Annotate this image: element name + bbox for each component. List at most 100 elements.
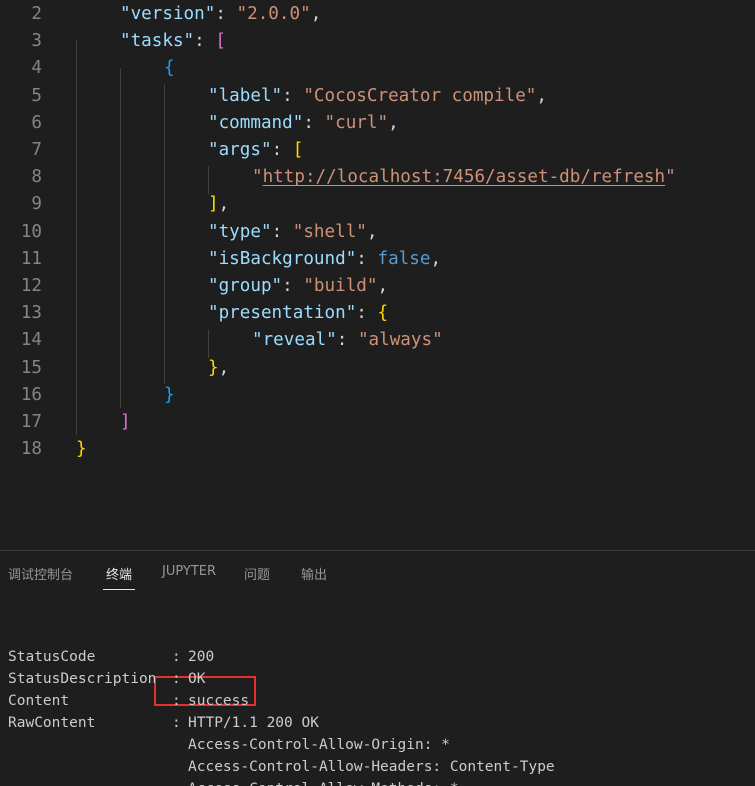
code-token: "type" [208, 221, 272, 242]
code-content: "version": "2.0.0", [120, 1, 321, 28]
code-line: 15}, [0, 355, 755, 382]
code-token: "tasks" [120, 31, 195, 52]
code-token: , [430, 248, 442, 269]
code-line: 6 "command": "curl", [0, 110, 755, 137]
code-token: "reveal" [252, 330, 337, 351]
line-number: 10 [20, 221, 42, 242]
code-token: "shell" [292, 221, 367, 242]
code-line: 3 "tasks": [ [0, 28, 755, 55]
code-token: : [356, 303, 378, 324]
code-token: : [303, 112, 325, 133]
code-token: "CocosCreator compile" [303, 85, 537, 106]
code-content: "isBackground": false, [208, 246, 441, 273]
code-line: 7 "args": [ [0, 137, 755, 164]
line-number: 5 [31, 85, 42, 106]
code-token: [ [292, 140, 304, 160]
code-content: }, [208, 355, 229, 382]
code-content: "reveal": "always" [252, 327, 443, 354]
terminal-field-value: success [188, 693, 250, 709]
code-content: "group": "build", [208, 273, 388, 300]
code-token: "version" [120, 4, 216, 24]
terminal-separator: : [172, 671, 181, 687]
line-number: 2 [31, 4, 42, 24]
code-token: "presentation" [208, 303, 357, 324]
url-link[interactable]: http://localhost:7456/asset-db/refresh [263, 167, 666, 187]
terminal-field-value: Access-Control-Allow-Methods: * [188, 778, 459, 786]
code-editor[interactable]: 2 "version": "2.0.0", 3 "tasks": [ 4 {5 "label… [0, 0, 755, 550]
code-line: 16} [0, 382, 755, 409]
code-line: 12 "group": "build", [0, 273, 755, 300]
code-token: "curl" [324, 112, 389, 133]
code-token: : [282, 85, 304, 106]
code-content: ] [120, 409, 131, 436]
code-token: } [164, 384, 175, 405]
code-token: : [271, 221, 293, 242]
code-token: "always" [357, 330, 443, 351]
code-content: "args": [ [208, 137, 303, 164]
code-content: "label": "CocosCreator compile", [208, 83, 547, 110]
code-content: } [76, 436, 87, 463]
code-line: 10 "type": "shell", [0, 219, 755, 246]
line-number: 16 [20, 384, 42, 405]
code-content: "tasks": [ [120, 28, 226, 55]
line-number: 18 [20, 439, 42, 460]
code-token: : [336, 330, 358, 351]
code-content: "http://localhost:7456/asset-db/refresh" [252, 164, 676, 191]
code-token: "build" [303, 276, 378, 296]
code-token: : [356, 248, 378, 269]
code-token: "group" [208, 276, 283, 296]
tab-debug-console[interactable]: 调试控制台 [8, 564, 73, 583]
code-token: , [388, 112, 399, 133]
code-token: "args" [208, 140, 272, 160]
tab-terminal[interactable]: 终端 [106, 564, 132, 583]
tab-problems[interactable]: 问题 [244, 564, 270, 583]
bottom-panel: 调试控制台 终端 JUPYTER 问题 输出 StatusCode:200 Sta… [0, 550, 755, 786]
code-token: " [252, 167, 263, 188]
line-number: 11 [20, 248, 42, 269]
terminal-separator: : [172, 649, 181, 665]
terminal-field-value: HTTP/1.1 200 OK [188, 715, 319, 731]
tab-output[interactable]: 输出 [301, 564, 327, 583]
line-number: 17 [20, 412, 42, 432]
panel-tabs: 调试控制台 终端 JUPYTER 问题 输出 [0, 551, 755, 591]
terminal-field-value: Access-Control-Allow-Origin: * [188, 737, 450, 753]
code-token: false [377, 248, 431, 269]
code-token: "isBackground" [208, 248, 357, 269]
line-number: 8 [31, 167, 42, 188]
terminal-field-name: Content [8, 693, 70, 709]
code-token: , [536, 85, 547, 106]
terminal-field-name: StatusDescription [8, 671, 157, 687]
code-line: 13 "presentation": { [0, 300, 755, 327]
code-token: : [194, 31, 216, 52]
code-content: "type": "shell", [208, 219, 378, 246]
code-token: { [164, 58, 175, 79]
code-token: "label" [208, 85, 283, 106]
code-content: ], [208, 191, 229, 218]
line-number: 14 [20, 330, 42, 351]
terminal-separator: : [172, 693, 181, 709]
code-token: "command" [208, 112, 304, 133]
terminal-output[interactable]: StatusCode:200 StatusDescription: OK Conten… [0, 591, 755, 786]
code-token: [ [215, 31, 226, 52]
line-number: 12 [20, 276, 42, 296]
line-number: 13 [20, 303, 42, 324]
code-token: , [218, 194, 230, 215]
code-token: : [215, 4, 237, 24]
code-token: ] [208, 194, 219, 215]
code-token: } [76, 439, 87, 460]
terminal-field-value: Access-Control-Allow-Headers: Content-Ty… [188, 759, 555, 775]
code-content: "presentation": { [208, 300, 388, 327]
line-number: 15 [20, 357, 42, 378]
vscode-window: 2 "version": "2.0.0", 3 "tasks": [ 4 {5 "label… [0, 0, 755, 786]
tab-jupyter[interactable]: JUPYTER [162, 564, 216, 579]
code-line: 8 "http://localhost:7456/asset-db/refresh… [0, 164, 755, 191]
code-token: " [665, 167, 676, 188]
code-token: } [208, 357, 219, 378]
line-number: 4 [31, 58, 42, 79]
code-line: 2 "version": "2.0.0", [0, 1, 755, 28]
code-token: , [218, 357, 230, 378]
code-token: : [282, 276, 304, 296]
code-token: : [271, 140, 293, 160]
code-content: "command": "curl", [208, 110, 399, 137]
line-number: 7 [31, 140, 42, 160]
